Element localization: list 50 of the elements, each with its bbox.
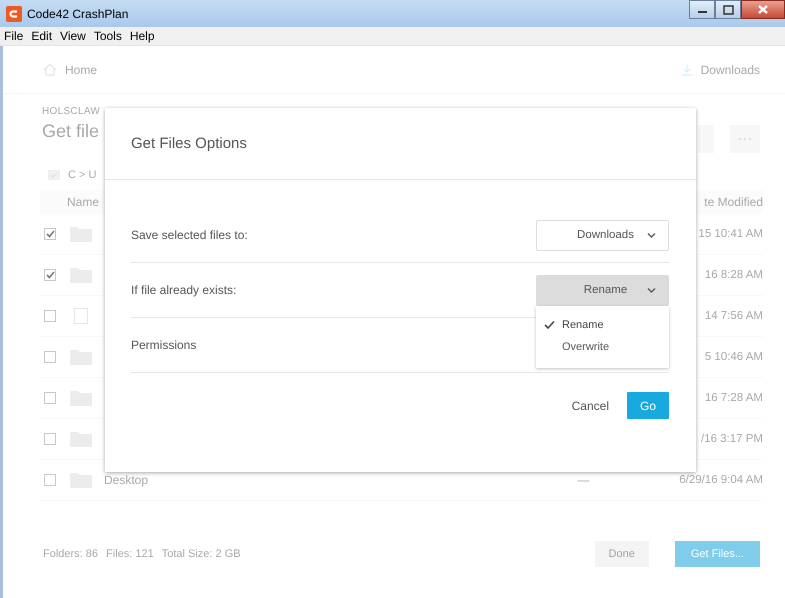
home-icon — [43, 63, 57, 76]
row-checkbox[interactable] — [44, 433, 56, 445]
check-icon — [544, 320, 555, 330]
date-modified: 16 8:28 AM — [704, 269, 763, 281]
minimize-button[interactable] — [689, 0, 715, 19]
more-button[interactable] — [730, 125, 760, 153]
menu-option[interactable]: Overwrite — [536, 336, 669, 358]
dropdown[interactable]: Downloads — [536, 220, 669, 250]
option-label: If file already exists: — [131, 283, 236, 297]
menu-item[interactable]: Tools — [94, 29, 122, 43]
menu-item[interactable]: Edit — [31, 29, 52, 43]
date-modified: 14 7:56 AM — [704, 310, 763, 322]
footer-stat: Total Size: 2 GB — [162, 548, 241, 560]
row-checkbox[interactable] — [44, 474, 56, 486]
date-modified: /16 3:17 PM — [700, 433, 763, 445]
row-checkbox[interactable] — [44, 269, 56, 281]
footer-stat: Files: 121 — [106, 548, 154, 560]
toolbar-button[interactable] — [698, 125, 714, 153]
date-modified: 6/29/16 9:04 AM — [679, 474, 763, 486]
app-logo-icon — [6, 6, 22, 22]
device-name: HOLSCLAW — [42, 106, 100, 117]
menu-item[interactable]: View — [60, 29, 86, 43]
check-icon — [46, 230, 54, 238]
option-label: Save selected files to: — [131, 228, 248, 242]
download-icon — [680, 64, 693, 76]
row-checkbox[interactable] — [44, 310, 56, 322]
close-icon — [757, 4, 769, 15]
menu-option[interactable]: Rename — [536, 314, 669, 336]
chevron-down-icon — [647, 232, 656, 238]
row-checkbox[interactable] — [44, 351, 56, 363]
date-modified: 15 10:41 AM — [698, 228, 763, 240]
row-checkbox[interactable] — [44, 392, 56, 404]
dialog-title: Get Files Options — [105, 108, 696, 180]
row-checkbox[interactable] — [44, 228, 56, 240]
maximize-icon — [722, 4, 734, 14]
chevron-down-icon — [647, 287, 656, 293]
date-modified: 5 10:46 AM — [704, 351, 763, 363]
maximize-button[interactable] — [715, 0, 741, 19]
footer-stat: Folders: 86 — [43, 548, 98, 560]
date-modified: 16 7:28 AM — [704, 392, 763, 404]
menu-item[interactable]: Help — [130, 29, 155, 43]
page-title: Get file — [42, 121, 100, 142]
close-button[interactable] — [741, 0, 785, 19]
option-label: Permissions — [131, 338, 196, 352]
select-all-icon — [48, 170, 60, 180]
dropdown[interactable]: Rename — [536, 274, 669, 306]
file-size: — — [577, 473, 590, 487]
check-icon — [46, 271, 54, 279]
menu-item[interactable]: File — [4, 29, 24, 43]
window-title: Code42 CrashPlan — [27, 6, 128, 20]
